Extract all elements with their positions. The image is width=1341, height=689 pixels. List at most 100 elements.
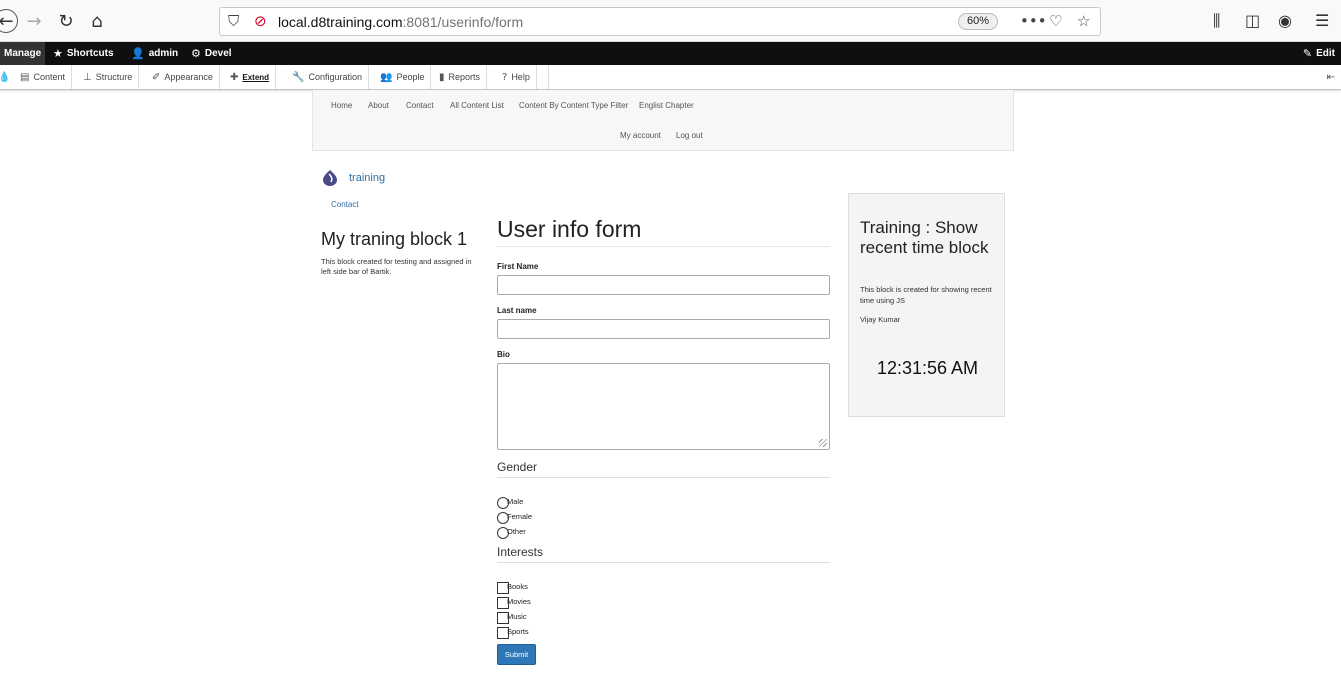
- last-name-label: Last name: [497, 306, 537, 315]
- nav-content-by-type[interactable]: Content By Content Type Filter: [519, 101, 628, 110]
- gear-icon: ⚙: [191, 47, 201, 60]
- interest-option-books[interactable]: Books: [497, 582, 528, 594]
- gender-divider: [497, 477, 830, 478]
- tray-content[interactable]: ▤ Content: [14, 65, 72, 89]
- nav-all-content-list[interactable]: All Content List: [450, 101, 504, 110]
- toolbar-shortcuts[interactable]: ★ Shortcuts: [47, 42, 120, 65]
- right-block-body: This block is created for showing recent…: [860, 285, 992, 305]
- right-block-author: Vijay Kumar: [860, 315, 901, 324]
- tray-help-label: Help: [511, 72, 530, 82]
- bar-chart-icon: ▮: [439, 71, 445, 83]
- brush-icon: ✐: [152, 71, 161, 83]
- nav-contact[interactable]: Contact: [406, 101, 434, 110]
- interests-legend: Interests: [497, 545, 544, 559]
- interest-option-movies[interactable]: Movies: [497, 597, 531, 609]
- user-icon: 👤: [131, 47, 145, 60]
- home-icon[interactable]: ⌂: [85, 9, 109, 33]
- nav-my-account[interactable]: My account: [620, 131, 661, 140]
- first-name-input[interactable]: [497, 275, 830, 295]
- insecure-lock-icon[interactable]: ⊘: [254, 12, 267, 30]
- reload-icon[interactable]: ↻: [54, 9, 78, 33]
- menu-icon[interactable]: ☰: [1315, 11, 1329, 30]
- tray-extend-label: Extend: [242, 72, 270, 82]
- interest-sports-label: Sports: [507, 626, 529, 636]
- pocket-icon[interactable]: ♡: [1049, 12, 1062, 30]
- gender-option-other[interactable]: Other: [497, 527, 526, 539]
- bio-label: Bio: [497, 350, 510, 359]
- back-icon[interactable]: ←: [0, 9, 18, 33]
- page-actions-icon[interactable]: •••: [1020, 12, 1047, 30]
- clock-time: 12:31:56 AM: [876, 358, 979, 378]
- tray-reports[interactable]: ▮ Reports: [433, 65, 488, 89]
- left-block-body: This block created for testing and assig…: [321, 257, 472, 276]
- toolbar-edit[interactable]: ✎ Edit: [1297, 42, 1341, 65]
- toolbar-devel-label: Devel: [204, 48, 232, 59]
- tray-help[interactable]: ? Help: [496, 65, 537, 89]
- site-name[interactable]: training: [349, 172, 385, 184]
- gender-male-label: Male: [507, 496, 524, 506]
- page-icon: ▤: [20, 71, 30, 83]
- last-name-input[interactable]: [497, 319, 830, 339]
- interest-option-sports[interactable]: Sports: [497, 627, 529, 639]
- nav-about[interactable]: About: [368, 101, 389, 110]
- toolbar-edit-label: Edit: [1316, 48, 1335, 59]
- resize-grip-icon[interactable]: [819, 439, 827, 447]
- zoom-indicator[interactable]: 60%: [958, 13, 998, 30]
- help-icon: ?: [502, 71, 508, 83]
- interest-music-label: Music: [507, 611, 527, 621]
- tray-configuration[interactable]: 🔧 Configuration: [286, 65, 369, 89]
- toolbar-manage[interactable]: Manage: [0, 42, 46, 65]
- page-title: User info form: [497, 216, 642, 242]
- tray-people-label: People: [396, 72, 425, 82]
- interest-books-label: Books: [507, 581, 528, 591]
- nav-englist-chapter[interactable]: Englist Chapter: [639, 101, 694, 110]
- tray-appearance[interactable]: ✐ Appearance: [146, 65, 220, 89]
- title-divider: [497, 246, 830, 247]
- nav-home[interactable]: Home: [331, 101, 352, 110]
- first-name-label: First Name: [497, 262, 539, 271]
- url-text[interactable]: local.d8training.com:8081/userinfo/form: [278, 14, 523, 30]
- tray-people[interactable]: 👥 People: [374, 65, 432, 89]
- gender-option-female[interactable]: Female: [497, 512, 532, 524]
- gender-other-label: Other: [507, 526, 526, 536]
- nav-log-out[interactable]: Log out: [676, 131, 703, 140]
- tray-structure[interactable]: ⊥ Structure: [77, 65, 140, 89]
- tray-orientation-icon[interactable]: ⇤: [1321, 65, 1341, 89]
- right-block-title: Training : Show recent time block: [860, 218, 989, 257]
- star-icon: ★: [53, 47, 63, 60]
- interest-movies-label: Movies: [507, 596, 531, 606]
- structure-icon: ⊥: [83, 71, 92, 83]
- recent-time-block: Training : Show recent time block This b…: [848, 193, 1005, 417]
- url-bar[interactable]: ⛉ ⊘ local.d8training.com:8081/userinfo/f…: [219, 7, 1101, 36]
- toolbar-manage-label: Manage: [4, 48, 42, 59]
- site-logo-icon[interactable]: [322, 170, 338, 186]
- gender-option-male[interactable]: Male: [497, 497, 523, 509]
- shield-icon[interactable]: ⛉: [228, 12, 239, 30]
- drupal-logo-icon[interactable]: 💧: [0, 65, 14, 89]
- interest-option-music[interactable]: Music: [497, 612, 527, 624]
- breadcrumb[interactable]: Contact: [331, 200, 359, 209]
- left-block-title: My traning block 1: [321, 229, 468, 249]
- sidebar-icon[interactable]: ◫: [1245, 11, 1260, 30]
- admin-tray: 💧 ▤ Content ⊥ Structure ✐ Appearance ✚ Exten…: [0, 65, 1341, 90]
- bio-textarea[interactable]: [497, 363, 830, 450]
- tray-configuration-label: Configuration: [308, 72, 362, 82]
- toolbar-devel[interactable]: ⚙ Devel: [185, 42, 238, 65]
- tray-divider: [548, 65, 549, 89]
- library-icon[interactable]: ⫼: [1213, 11, 1220, 31]
- people-icon: 👥: [380, 71, 393, 83]
- site-header: Home About Contact All Content List Cont…: [312, 90, 1014, 151]
- tray-extend[interactable]: ✚ Extend: [224, 65, 277, 89]
- account-icon[interactable]: ◉: [1278, 11, 1292, 30]
- tray-reports-label: Reports: [448, 72, 481, 82]
- gender-legend: Gender: [497, 460, 538, 474]
- toolbar-user[interactable]: 👤 admin: [125, 42, 184, 65]
- admin-toolbar: Manage ★ Shortcuts 👤 admin ⚙ Devel ✎ Edit: [0, 42, 1341, 65]
- forward-icon[interactable]: →: [22, 9, 46, 33]
- submit-button[interactable]: Submit: [497, 644, 536, 665]
- gender-female-label: Female: [507, 511, 533, 521]
- tray-content-label: Content: [33, 72, 65, 82]
- bookmark-star-icon[interactable]: ☆: [1077, 12, 1090, 30]
- toolbar-user-label: admin: [148, 48, 179, 59]
- tray-structure-label: Structure: [95, 72, 133, 82]
